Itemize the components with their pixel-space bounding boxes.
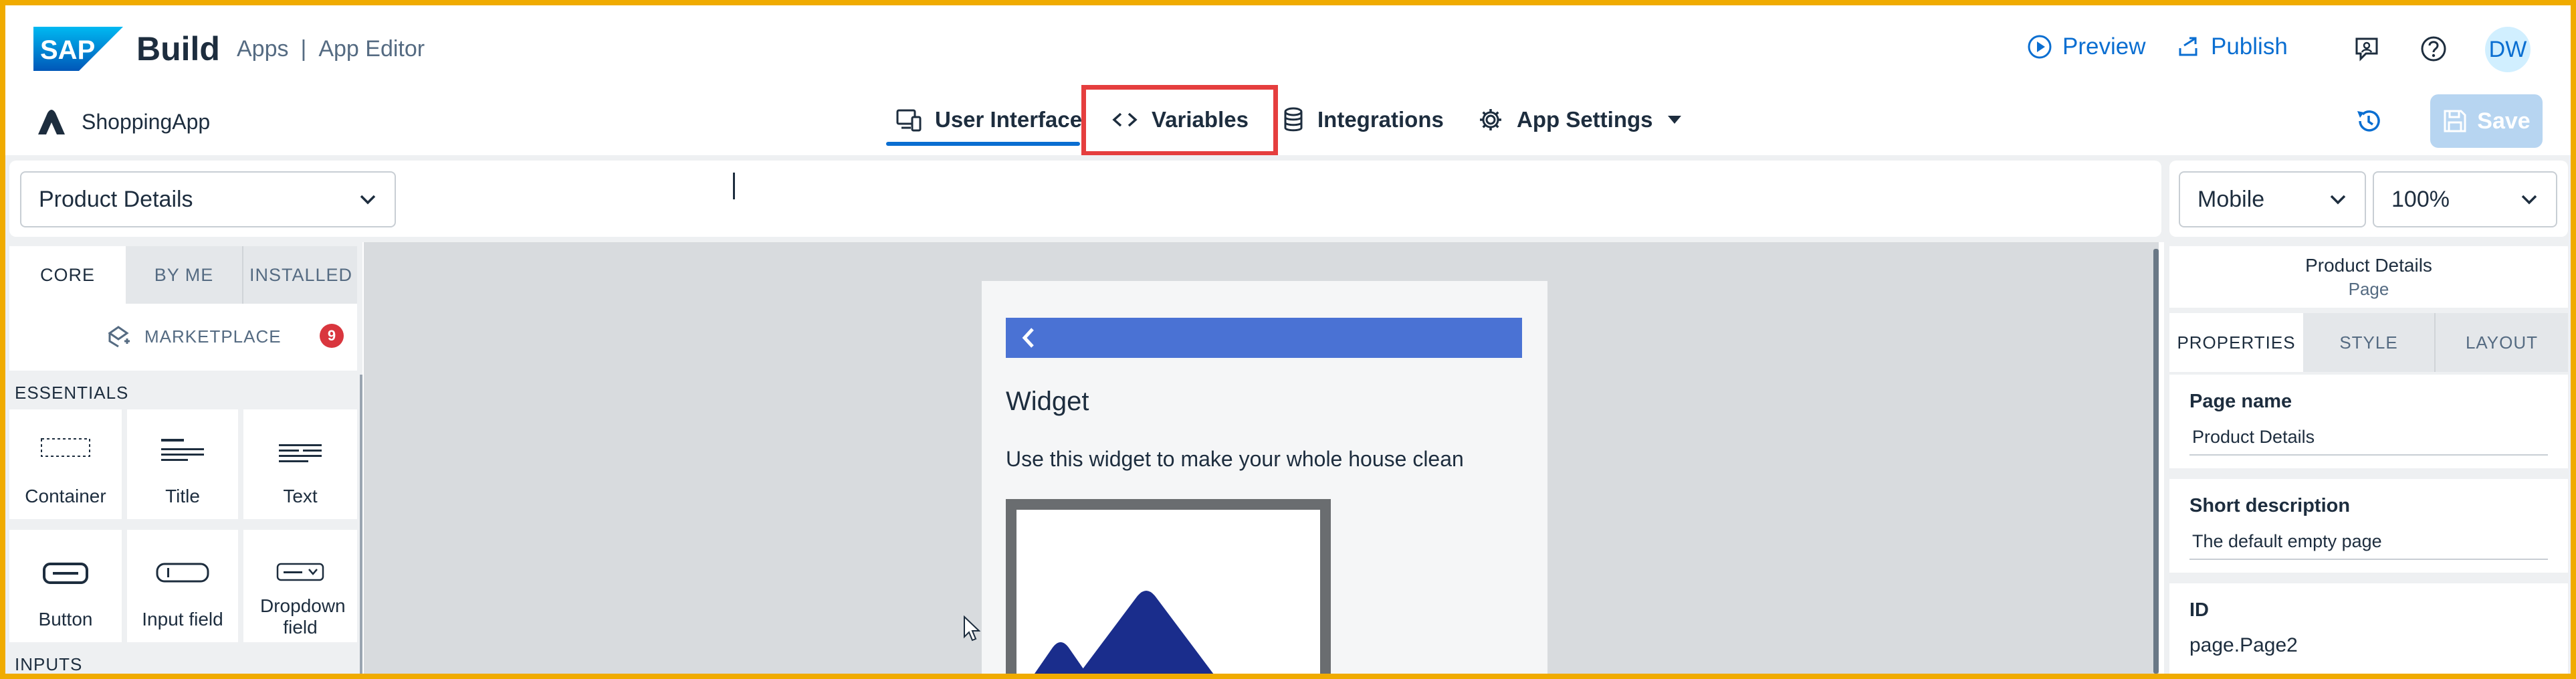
- marketplace-link[interactable]: MARKETPLACE: [106, 324, 282, 349]
- component-label: Button: [38, 609, 93, 629]
- image-placeholder[interactable]: [1006, 499, 1331, 674]
- input-field-icon: [155, 562, 210, 583]
- help-icon[interactable]: [2420, 35, 2448, 63]
- component-text[interactable]: Text: [243, 409, 357, 519]
- preview-label: Preview: [2062, 33, 2146, 60]
- tab-core[interactable]: CORE: [9, 246, 126, 304]
- chevron-down-icon: [2329, 193, 2347, 205]
- app-name[interactable]: ShoppingApp: [82, 110, 210, 134]
- mouse-pointer-icon: [963, 615, 980, 642]
- breadcrumb-separator: |: [300, 36, 307, 62]
- breadcrumb-app-editor: App Editor: [318, 36, 425, 62]
- caret-down-icon: [1667, 113, 1683, 126]
- component-input-field[interactable]: Input field: [127, 530, 238, 642]
- component-container[interactable]: Container: [9, 409, 122, 519]
- breadcrumb-apps[interactable]: Apps: [237, 36, 289, 62]
- selected-element-header: Product Details Page: [2169, 246, 2568, 308]
- marketplace-badge: 9: [320, 324, 344, 348]
- zoom-select[interactable]: 100%: [2373, 171, 2557, 227]
- component-title[interactable]: Title: [127, 409, 238, 519]
- container-icon: [40, 438, 91, 458]
- sap-logo-text: SAP: [40, 35, 95, 65]
- device-select-value: Mobile: [2197, 186, 2265, 212]
- feedback-icon[interactable]: [2353, 35, 2381, 63]
- breadcrumb: Apps | App Editor: [237, 36, 425, 62]
- component-label: Text: [283, 486, 318, 506]
- button-icon: [42, 562, 89, 585]
- tab-installed[interactable]: INSTALLED: [242, 246, 358, 304]
- tab-layout[interactable]: LAYOUT: [2434, 313, 2568, 372]
- tab-user-interface[interactable]: User Interface: [896, 107, 1082, 132]
- publish-label: Publish: [2211, 33, 2288, 60]
- tab-integrations[interactable]: Integrations: [1283, 107, 1444, 132]
- text-icon: [276, 443, 324, 466]
- field-id: ID page.Page2: [2169, 583, 2568, 674]
- tab-style[interactable]: STYLE: [2303, 313, 2434, 372]
- selected-page-type: Page: [2348, 278, 2389, 299]
- page-select-value: Product Details: [39, 186, 193, 212]
- field-page-name: Page name Product Details: [2169, 375, 2568, 468]
- short-description-label: Short description: [2189, 495, 2351, 516]
- title-icon: [158, 438, 207, 462]
- brand-title: Build: [136, 30, 220, 68]
- selected-page-title: Product Details: [2305, 254, 2432, 276]
- tab-variables[interactable]: Variables: [1111, 107, 1249, 132]
- code-icon: [1111, 110, 1138, 130]
- publish-icon: [2175, 33, 2202, 60]
- device-select[interactable]: Mobile: [2179, 171, 2366, 227]
- chevron-down-icon: [2520, 193, 2539, 205]
- marketplace-label: MARKETPLACE: [144, 326, 282, 347]
- left-panel-scrollbar[interactable]: [360, 375, 362, 674]
- save-button[interactable]: Save: [2430, 94, 2543, 148]
- chevron-down-icon: [358, 193, 377, 205]
- app-logo-icon: [37, 109, 66, 136]
- dropdown-field-icon: [276, 562, 325, 582]
- field-short-description: Short description The default empty page: [2169, 479, 2568, 573]
- marketplace-icon: [106, 324, 131, 349]
- page-name-label: Page name: [2189, 391, 2292, 412]
- tab-by-me[interactable]: BY ME: [126, 246, 242, 304]
- inputs-heading: INPUTS: [15, 654, 83, 674]
- page-name-input[interactable]: Product Details: [2189, 427, 2548, 456]
- preview-button[interactable]: Preview: [2026, 33, 2145, 60]
- tab-app-settings[interactable]: App Settings: [1478, 107, 1683, 132]
- page-select[interactable]: Product Details: [20, 171, 396, 227]
- database-icon: [1283, 107, 1304, 132]
- avatar[interactable]: DW: [2485, 27, 2531, 72]
- tab-user-interface-label: User Interface: [935, 107, 1083, 132]
- gear-icon: [1478, 107, 1503, 132]
- tab-properties[interactable]: PROPERTIES: [2169, 313, 2303, 372]
- essentials-heading: ESSENTIALS: [15, 383, 129, 403]
- component-button[interactable]: Button: [9, 530, 122, 642]
- canvas-scrollbar[interactable]: [2153, 249, 2159, 674]
- save-label: Save: [2477, 108, 2531, 134]
- text-cursor: [733, 173, 735, 199]
- zoom-select-value: 100%: [2391, 186, 2450, 212]
- id-label: ID: [2189, 599, 2209, 621]
- short-description-input[interactable]: The default empty page: [2189, 531, 2548, 560]
- component-label: Title: [165, 486, 200, 506]
- id-value: page.Page2: [2189, 634, 2298, 656]
- save-icon: [2442, 108, 2468, 134]
- component-label: Dropdown field: [260, 595, 346, 638]
- device-icon: [896, 108, 922, 132]
- tab-variables-label: Variables: [1152, 107, 1249, 132]
- tab-app-settings-label: App Settings: [1517, 107, 1653, 132]
- play-circle-icon: [2026, 33, 2053, 60]
- component-label: Container: [25, 486, 106, 506]
- component-label: Input field: [142, 609, 223, 629]
- publish-button[interactable]: Publish: [2175, 33, 2288, 60]
- component-dropdown-field[interactable]: Dropdown field: [243, 530, 357, 642]
- widget-text[interactable]: Use this widget to make your whole house…: [1006, 447, 1464, 472]
- preview-header-bar[interactable]: [1006, 318, 1522, 358]
- widget-title[interactable]: Widget: [1006, 387, 1089, 417]
- active-tab-indicator: [886, 142, 1080, 146]
- tab-integrations-label: Integrations: [1317, 107, 1444, 132]
- back-arrow-icon[interactable]: [1021, 326, 1037, 350]
- history-icon[interactable]: [2354, 107, 2382, 135]
- sap-logo[interactable]: SAP: [33, 27, 123, 71]
